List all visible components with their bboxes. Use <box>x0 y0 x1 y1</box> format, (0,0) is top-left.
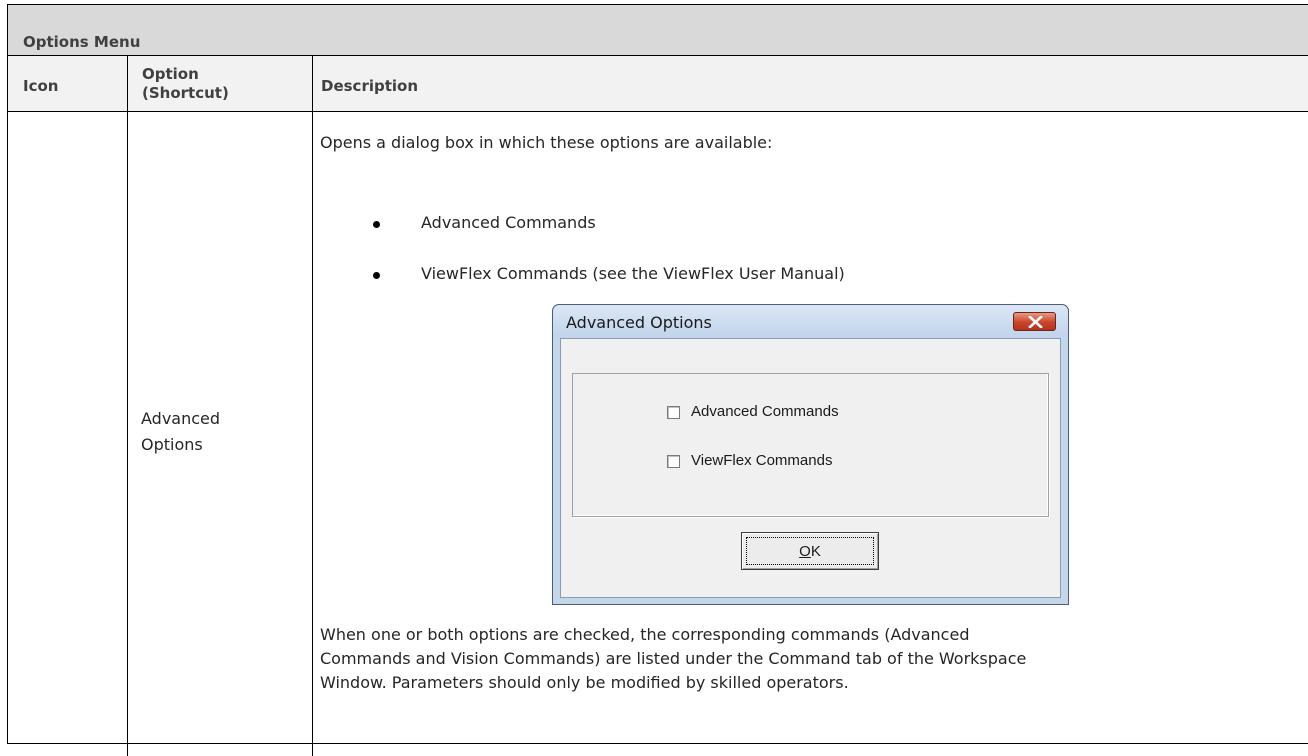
bullet-item: Advanced Commands <box>421 213 596 232</box>
column-divider-2 <box>312 56 313 756</box>
bullet-dot <box>373 272 380 279</box>
description-intro: Opens a dialog box in which these option… <box>320 133 773 152</box>
footer-line: When one or both options are checked, th… <box>320 625 970 644</box>
header-icon: Icon <box>23 77 59 95</box>
column-divider-1 <box>127 56 128 756</box>
viewflex-commands-checkbox[interactable] <box>667 455 680 468</box>
header-option-line1: Option <box>142 65 199 83</box>
option-name: Advanced Options <box>141 406 220 458</box>
ok-mnemonic: O <box>799 542 811 560</box>
advanced-options-dialog: Advanced Options Advanced Commands ViewF… <box>552 304 1069 605</box>
options-group: Advanced Commands ViewFlex Commands <box>572 373 1049 517</box>
table-header-row: Icon Option (Shortcut) Description <box>8 56 1308 112</box>
bullet-dot <box>373 221 380 228</box>
description-footer: When one or both options are checked, th… <box>320 623 1026 695</box>
dialog-body: Advanced Commands ViewFlex Commands OK <box>560 338 1061 598</box>
option-name-line1: Advanced <box>141 409 221 428</box>
footer-line: Window. Parameters should only be modifi… <box>320 673 849 692</box>
header-description: Description <box>321 77 419 95</box>
ok-rest: K <box>810 542 821 560</box>
bullet-item: ViewFlex Commands (see the ViewFlex User… <box>421 264 845 283</box>
table-title: Options Menu <box>23 33 141 51</box>
viewflex-commands-label[interactable]: ViewFlex Commands <box>691 452 832 469</box>
ok-button-label: OK <box>746 537 874 565</box>
dialog-close-button[interactable] <box>1013 312 1056 331</box>
table-title-row: Options Menu <box>8 5 1308 56</box>
close-icon <box>1028 316 1043 328</box>
option-name-line2: Options <box>141 435 203 454</box>
advanced-commands-checkbox[interactable] <box>667 406 680 419</box>
header-option: Option (Shortcut) <box>142 65 229 103</box>
dialog-title-bar: Advanced Options <box>553 305 1068 338</box>
advanced-commands-label[interactable]: Advanced Commands <box>691 403 839 420</box>
ok-button[interactable]: OK <box>741 532 879 570</box>
footer-line: Commands and Vision Commands) are listed… <box>320 649 1027 668</box>
dialog-title: Advanced Options <box>566 313 712 332</box>
header-option-line2: (Shortcut) <box>142 84 229 102</box>
